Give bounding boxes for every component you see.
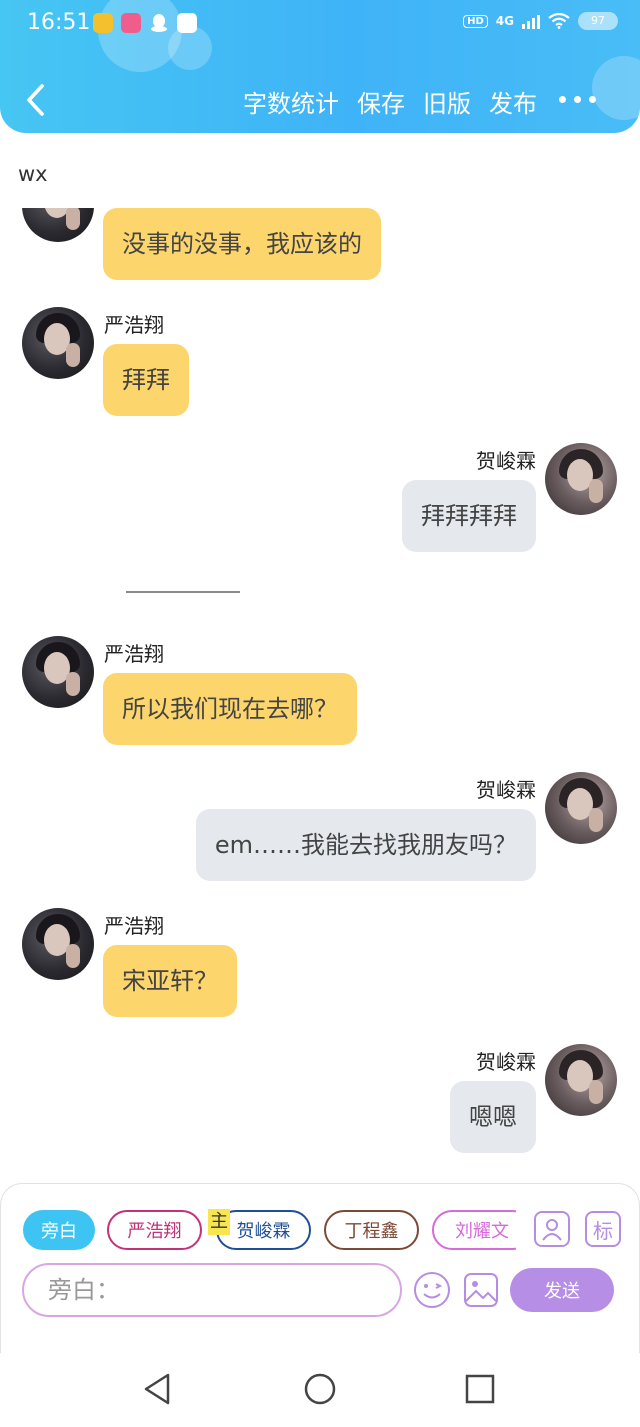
- header-decoration: [98, 0, 182, 72]
- dot-icon: [574, 96, 581, 103]
- app-notification-icon: [93, 13, 113, 33]
- role-chip-hejunlin[interactable]: 贺峻霖: [216, 1210, 311, 1250]
- message-bubble[interactable]: em……我能去找我朋友吗？: [195, 809, 536, 881]
- publish-button[interactable]: 发布: [489, 84, 537, 119]
- system-nav-bar: [0, 1353, 640, 1427]
- message-bubble[interactable]: 没事的没事，我应该的: [103, 208, 381, 280]
- status-app-icons: [93, 13, 197, 33]
- message-bubble[interactable]: 宋亚轩？: [103, 945, 237, 1017]
- avatar[interactable]: [545, 443, 617, 515]
- top-header: 16:51 HD 4G 97 字数统计 保存 旧版 发布: [0, 0, 640, 133]
- role-chip-dingchengxin[interactable]: 丁程鑫: [324, 1210, 419, 1250]
- qq-icon: [149, 13, 169, 33]
- word-count-button[interactable]: 字数统计: [243, 84, 339, 119]
- header-actions: 字数统计 保存 旧版 发布: [243, 84, 537, 119]
- signal-icon: [522, 13, 540, 29]
- role-manage-button[interactable]: [534, 1211, 570, 1247]
- emoji-icon: [414, 1272, 450, 1308]
- send-button[interactable]: 发送: [510, 1268, 614, 1312]
- main-role-tag: 主: [208, 1209, 230, 1235]
- avatar[interactable]: [22, 908, 94, 980]
- role-chip-yanhaoxiang[interactable]: 严浩翔: [107, 1210, 202, 1250]
- nav-recents-icon[interactable]: [462, 1371, 498, 1407]
- avatar[interactable]: [545, 772, 617, 844]
- hd-badge: HD: [463, 14, 488, 28]
- role-chip-narration[interactable]: 旁白: [23, 1210, 95, 1250]
- person-icon: [542, 1219, 562, 1241]
- chevron-left-icon: [27, 84, 44, 116]
- role-chip-clip: 刘耀文: [432, 1210, 516, 1250]
- wifi-icon: [548, 13, 570, 29]
- header-decoration: [592, 56, 640, 120]
- role-chip-liuyaowen[interactable]: 刘耀文: [432, 1210, 516, 1250]
- more-options-button[interactable]: [559, 96, 596, 103]
- old-version-button[interactable]: 旧版: [423, 84, 471, 119]
- dot-icon: [559, 96, 566, 103]
- status-indicators: HD 4G 97: [463, 12, 618, 30]
- message-bubble[interactable]: 拜拜拜拜: [402, 480, 536, 552]
- message-input[interactable]: [22, 1263, 402, 1317]
- message-bubble[interactable]: 嗯嗯: [450, 1081, 536, 1153]
- scene-divider: [126, 591, 240, 593]
- emoji-button[interactable]: [413, 1271, 451, 1309]
- shopping-bag-icon: [177, 13, 197, 33]
- sender-name: 贺峻霖: [476, 1050, 536, 1074]
- mark-button[interactable]: 标: [585, 1211, 621, 1247]
- status-time: 16:51: [27, 10, 91, 35]
- message-bubble[interactable]: 拜拜: [103, 344, 189, 416]
- sender-name: 贺峻霖: [476, 449, 536, 473]
- image-icon: [464, 1273, 498, 1307]
- battery-level: 97: [591, 14, 605, 27]
- sender-name: 严浩翔: [104, 313, 164, 337]
- network-label: 4G: [495, 14, 514, 28]
- app-screen: 16:51 HD 4G 97 字数统计 保存 旧版 发布 wx 没事的没事，我应…: [0, 0, 640, 1427]
- sender-name: 严浩翔: [104, 642, 164, 666]
- nav-back-icon[interactable]: [140, 1371, 176, 1407]
- battery-indicator: 97: [578, 12, 618, 30]
- sender-name: 严浩翔: [104, 914, 164, 938]
- back-button[interactable]: [22, 80, 52, 120]
- story-title: wx: [18, 162, 48, 186]
- message-bubble[interactable]: 所以我们现在去哪？: [103, 673, 357, 745]
- app-notification-icon: [121, 13, 141, 33]
- sender-name: 贺峻霖: [476, 778, 536, 802]
- avatar[interactable]: [22, 636, 94, 708]
- image-button[interactable]: [462, 1271, 500, 1309]
- dot-icon: [589, 96, 596, 103]
- avatar[interactable]: [22, 307, 94, 379]
- nav-home-icon[interactable]: [302, 1371, 338, 1407]
- save-button[interactable]: 保存: [357, 84, 405, 119]
- avatar[interactable]: [545, 1044, 617, 1116]
